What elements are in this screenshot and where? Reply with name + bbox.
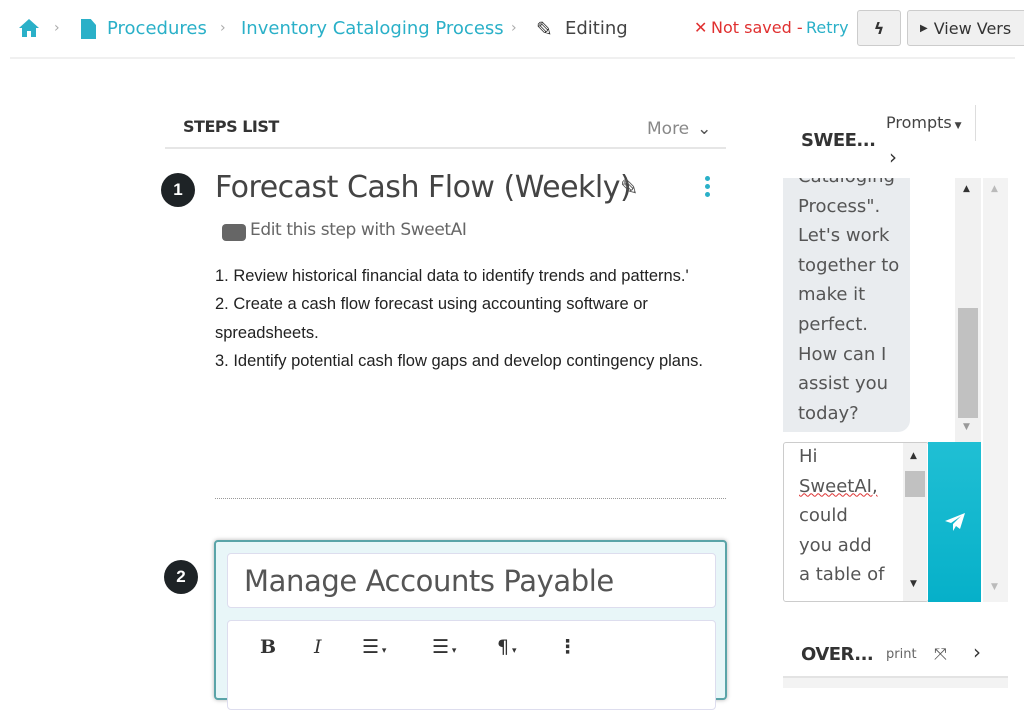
chevron-down-icon: ⌄ [697, 119, 712, 139]
message-line: today? [798, 402, 859, 424]
step-divider [215, 498, 726, 499]
message-line: make it [798, 284, 866, 306]
overview-divider [783, 676, 1008, 688]
home-icon[interactable] [18, 18, 40, 38]
input-scrollbar[interactable]: ▲ ▼ [903, 443, 927, 601]
bold-button[interactable]: B [260, 636, 276, 658]
print-link[interactable]: print [886, 647, 917, 662]
steps-header-divider [165, 147, 726, 149]
scrollbar-thumb[interactable] [905, 471, 925, 497]
chat-scrollbar[interactable]: ▲ ▼ [955, 178, 981, 442]
scroll-up-icon[interactable]: ▲ [991, 184, 998, 194]
italic-button[interactable]: I [314, 636, 322, 658]
step-title-input[interactable]: Manage Accounts Payable [227, 553, 716, 608]
kebab-menu-icon[interactable] [700, 176, 714, 200]
expand-icon[interactable]: ⤧ [934, 644, 947, 664]
paper-plane-icon [944, 513, 965, 531]
bolt-icon: ϟ [873, 18, 885, 38]
document-icon [81, 19, 96, 39]
scroll-down-icon[interactable]: ▼ [910, 579, 917, 589]
message-line: Process". [798, 195, 881, 217]
prompts-label: Prompts [886, 113, 952, 132]
scrollbar-thumb[interactable] [958, 308, 978, 418]
pencil-icon: ✎ [536, 17, 553, 41]
panel-scrollbar[interactable]: ▼ [983, 442, 1008, 602]
breadcrumb-separator: › [511, 20, 517, 36]
message-line: assist you [798, 373, 889, 395]
chat-input[interactable]: Hi SweetAI, could you add a table of ▲ ▼ [783, 442, 929, 602]
message-line: Let's work [798, 225, 890, 247]
caret-down-icon: ▼ [951, 121, 962, 131]
quick-actions-button[interactable]: ϟ [857, 10, 901, 46]
scroll-up-icon[interactable]: ▲ [910, 451, 917, 461]
message-line: together to [798, 254, 900, 276]
step-line: 2. Create a cash flow forecast using acc… [215, 295, 648, 342]
retry-link[interactable]: Retry [806, 18, 849, 37]
ordered-list-icon[interactable]: ☰ ▾ [362, 636, 386, 658]
more-dropdown[interactable]: More ⌄ [647, 119, 711, 139]
step-line: 3. Identify potential cash flow gaps and… [215, 352, 703, 371]
prompts-dropdown[interactable]: Prompts ▼ [886, 113, 962, 132]
breadcrumb-procedure[interactable]: Inventory Cataloging Process [241, 18, 504, 39]
breadcrumb-current: Editing [565, 18, 628, 39]
error-icon: ✕ [694, 18, 708, 37]
chat-area: Cataloging Process". Let's work together… [783, 178, 1008, 442]
step-line: 1. Review historical financial data to i… [215, 267, 689, 285]
send-button[interactable] [928, 442, 981, 602]
steps-list-title: STEPS LIST [183, 117, 279, 136]
save-status: Not saved - [711, 18, 803, 37]
edit-with-ai-link[interactable]: Edit this step with SweetAI [250, 220, 467, 240]
step-number: 2 [164, 560, 198, 594]
message-line: perfect. [798, 313, 868, 335]
ai-message-bubble: Cataloging Process". Let's work together… [783, 178, 910, 432]
view-versions-button[interactable]: ▶ View Vers [907, 10, 1024, 46]
more-tools-icon[interactable]: ⋮ [558, 636, 577, 658]
scroll-down-icon[interactable]: ▼ [991, 582, 998, 592]
step-edit-card: Manage Accounts Payable [214, 540, 727, 710]
robot-icon [222, 224, 246, 241]
message-line: How can I [798, 343, 887, 365]
breadcrumb-procedures[interactable]: Procedures [107, 18, 207, 39]
caret-right-icon: ▶ [920, 22, 928, 34]
header-divider [10, 57, 1015, 59]
sweetai-panel-title: SWEE... [801, 130, 876, 151]
edit-title-icon[interactable]: ✎ [620, 176, 638, 201]
bullet-list-icon[interactable]: ☰ ▾ [432, 636, 456, 658]
step-number: 1 [161, 173, 195, 207]
panel-divider [975, 105, 976, 141]
description-editor[interactable] [227, 620, 716, 710]
scroll-up-icon[interactable]: ▲ [963, 184, 970, 194]
breadcrumb-separator: › [220, 20, 226, 36]
more-label: More [647, 119, 690, 139]
paragraph-icon[interactable]: ¶ ▾ [497, 636, 516, 658]
breadcrumb-separator: › [54, 20, 60, 36]
view-versions-label: View Vers [933, 18, 1012, 38]
chevron-right-icon[interactable]: › [889, 145, 897, 169]
scroll-down-icon[interactable]: ▼ [963, 422, 970, 432]
overview-panel-title: OVER... [801, 644, 874, 665]
step-description: 1. Review historical financial data to i… [215, 262, 715, 376]
message-line: Cataloging [798, 178, 910, 192]
chevron-right-icon[interactable]: › [973, 640, 981, 664]
panel-scrollbar[interactable]: ▲ [983, 178, 1008, 442]
step-title[interactable]: Forecast Cash Flow (Weekly) [215, 170, 632, 205]
